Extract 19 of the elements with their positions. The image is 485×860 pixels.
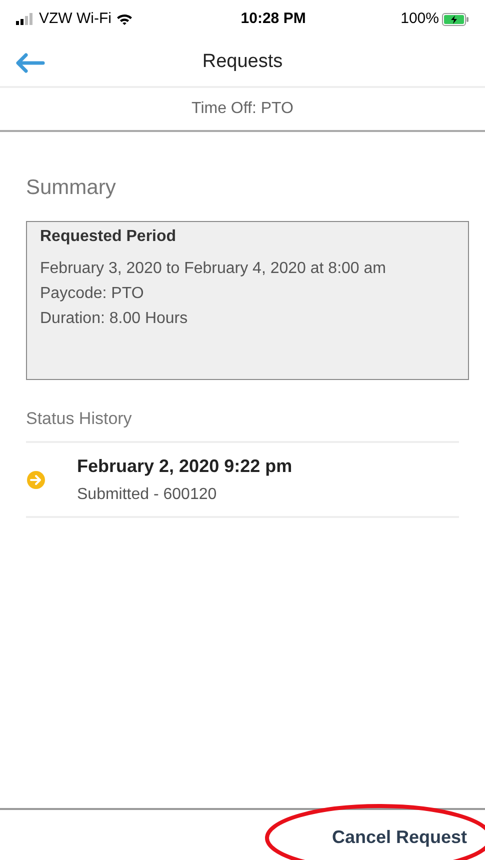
clock-time: 10:28 PM [240, 8, 307, 29]
page-title: Requests [202, 50, 283, 74]
summary-line: Paycode: PTO [40, 284, 145, 304]
carrier-name: VZW Wi-Fi [39, 8, 112, 29]
section-heading: Status History [26, 406, 459, 443]
history-detail: Submitted - 600120 [77, 484, 218, 504]
request-type: Time Off: PTO [192, 99, 294, 119]
wifi-icon [116, 12, 134, 26]
summary-line: Duration: 8.00 Hours [40, 308, 189, 328]
arrow-circle-icon [26, 470, 46, 490]
summary-line: February 3, 2020 to February 4, 2020 at 8:00 am [40, 258, 387, 278]
signal-icon [16, 13, 34, 25]
battery-icon [442, 12, 469, 26]
battery-percent: 100% [400, 8, 439, 29]
card-title: Requested Period [40, 226, 178, 246]
back-button[interactable] [14, 51, 46, 75]
history-date: February 2, 2020 9:22 pm [77, 454, 292, 478]
section-heading: Summary [26, 175, 117, 201]
back-arrow-icon [15, 53, 45, 73]
